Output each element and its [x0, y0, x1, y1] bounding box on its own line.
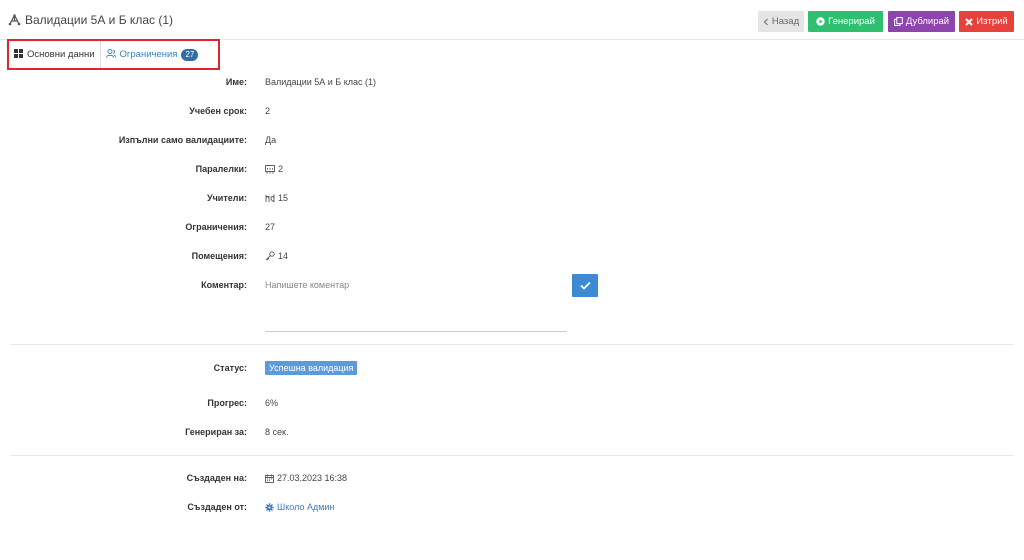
progress-row: Прогрес: 6%	[0, 396, 1024, 410]
tabs-highlight: Основни данни Ограничения 27	[7, 39, 220, 70]
constraints-value: 27	[265, 222, 276, 232]
play-circle-icon	[816, 17, 825, 26]
created-by-value: Школо Админ	[277, 502, 335, 512]
delete-button-label: Изтрий	[976, 16, 1008, 27]
generate-button[interactable]: Генерирай	[808, 11, 883, 32]
teachers-value-wrap: 15	[265, 193, 288, 203]
tab-main-label: Основни данни	[27, 49, 95, 60]
rooms-value: 14	[278, 251, 289, 261]
classes-value: 2	[278, 164, 284, 174]
constraints-label: Ограничения:	[185, 222, 247, 232]
divider	[10, 344, 1014, 345]
divider	[10, 455, 1014, 456]
status-row: Статус: Успешна валидация	[0, 361, 1024, 375]
classes-label: Паралелки:	[195, 164, 247, 174]
comment-label: Коментар:	[201, 280, 247, 290]
validations-only-row: Изпълни само валидациите: Да	[0, 133, 1024, 147]
progress-value: 6%	[265, 398, 279, 408]
term-label: Учебен срок:	[189, 106, 247, 116]
close-icon	[965, 17, 973, 26]
gear-icon	[265, 502, 274, 512]
created-at-value: 27.03.2023 16:38	[277, 473, 348, 483]
duplicate-button-label: Дублирай	[905, 16, 950, 27]
classes-row: Паралелки: 2	[0, 162, 1024, 176]
calendar-icon	[265, 474, 274, 483]
page-title: Валидации 5А и Б клас (1)	[8, 13, 173, 27]
validations-only-label: Изпълни само валидациите:	[118, 135, 247, 145]
status-value-wrap: Успешна валидация	[265, 361, 358, 375]
generated-in-value: 8 сек.	[265, 427, 289, 437]
created-by-link[interactable]: Школо Админ	[265, 502, 334, 512]
network-icon	[8, 14, 21, 26]
check-icon	[579, 278, 591, 293]
constraints-count-badge: 27	[181, 48, 199, 61]
teachers-row: Учители: 15	[0, 191, 1024, 205]
created-by-row: Създаден от: Школо Админ	[0, 500, 1024, 514]
classroom-icon	[265, 164, 275, 174]
generated-in-row: Генериран за: 8 сек.	[0, 425, 1024, 439]
created-by-label: Създаден от:	[187, 502, 247, 512]
tab-main-data[interactable]: Основни данни	[9, 41, 101, 68]
rooms-row: Помещения: 14	[0, 249, 1024, 263]
created-at-value-wrap: 27.03.2023 16:38	[265, 473, 347, 483]
copy-icon	[893, 17, 903, 26]
grid-icon	[14, 48, 23, 61]
rooms-label: Помещения:	[191, 251, 247, 261]
chevron-left-icon	[763, 18, 769, 26]
teachers-label: Учители:	[206, 193, 247, 203]
status-label: Статус:	[213, 363, 247, 373]
key-icon	[265, 251, 275, 261]
save-comment-button[interactable]	[572, 274, 598, 297]
teacher-icon	[265, 194, 275, 203]
tab-constraints[interactable]: Ограничения 27	[101, 41, 204, 68]
comment-input[interactable]	[265, 278, 567, 332]
page-title-text: Валидации 5А и Б клас (1)	[25, 13, 173, 27]
status-badge: Успешна валидация	[265, 361, 358, 375]
classes-value-wrap: 2	[265, 164, 283, 174]
term-row: Учебен срок: 2	[0, 104, 1024, 118]
back-button[interactable]: Назад	[758, 11, 804, 32]
created-at-label: Създаден на:	[186, 473, 247, 483]
created-at-row: Създаден на: 27.03.2023 16:38	[0, 471, 1024, 485]
name-row: Име: Валидации 5А и Б клас (1)	[0, 75, 1024, 89]
validations-only-value: Да	[265, 135, 277, 145]
teachers-value: 15	[278, 193, 289, 203]
generate-button-label: Генерирай	[828, 16, 875, 27]
name-value: Валидации 5А и Б клас (1)	[265, 77, 376, 87]
term-value: 2	[265, 106, 271, 116]
rooms-value-wrap: 14	[265, 251, 288, 261]
generated-in-label: Генериран за:	[185, 427, 247, 437]
constraints-row: Ограничения: 27	[0, 220, 1024, 234]
progress-label: Прогрес:	[207, 398, 247, 408]
name-label: Име:	[225, 77, 247, 87]
users-icon	[105, 48, 116, 61]
delete-button[interactable]: Изтрий	[959, 11, 1014, 32]
tab-constraints-label: Ограничения	[119, 49, 178, 60]
top-bar: Валидации 5А и Б клас (1) Назад Генерира…	[0, 0, 1024, 40]
duplicate-button[interactable]: Дублирай	[888, 11, 955, 32]
back-button-label: Назад	[771, 16, 800, 27]
